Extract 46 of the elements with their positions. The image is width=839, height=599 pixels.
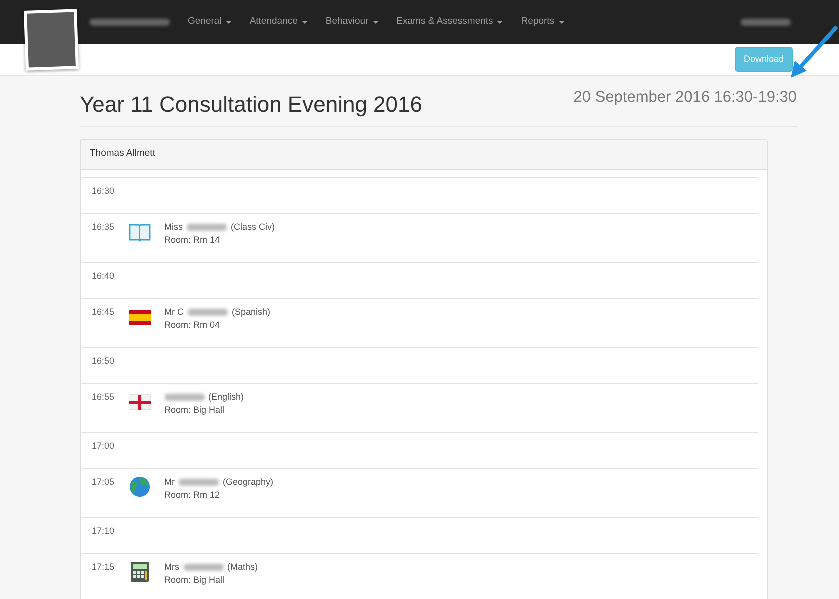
- slot-time: 17:10: [92, 524, 115, 538]
- nav-menu[interactable]: Reports: [521, 14, 555, 30]
- teacher-title: Mr C: [164, 306, 184, 319]
- subject-name: (Geography): [223, 476, 274, 489]
- slot-time: 17:05: [92, 476, 115, 489]
- slot-time: 16:50: [92, 354, 115, 368]
- caret-icon: [372, 20, 379, 24]
- caret-icon: [302, 20, 308, 24]
- slot-time: 16:55: [92, 390, 115, 404]
- redacted-user-name[interactable]: [741, 18, 791, 26]
- slot-time: 17:15: [92, 560, 115, 574]
- redacted-name: [184, 564, 224, 571]
- redacted-name: [187, 224, 228, 231]
- subject-name: (Spanish): [232, 306, 271, 319]
- caret-icon: [226, 20, 232, 24]
- student-name: Thomas Allmett: [81, 140, 767, 170]
- teacher-title: Mrs: [164, 560, 180, 574]
- subject-name: (Class Civ): [231, 220, 276, 234]
- calculator-icon: [128, 560, 151, 583]
- redacted-name: [179, 478, 220, 486]
- teacher-title: Miss: [164, 220, 184, 234]
- subject-name: (Maths): [228, 560, 258, 574]
- slot-time: 16:35: [92, 220, 115, 234]
- nav-menu[interactable]: General: [188, 14, 222, 30]
- caret-icon: [497, 20, 504, 24]
- room-label: Room: Rm 14: [164, 234, 222, 247]
- room-label: Room: Rm 12: [164, 488, 222, 502]
- subject-name: (English): [208, 390, 244, 404]
- room-label: Room: Rm 04: [164, 318, 222, 332]
- nav-menu[interactable]: Behaviour: [326, 14, 369, 30]
- nav-menu[interactable]: Exams & Assessments: [396, 14, 494, 30]
- redacted-name: [164, 394, 205, 401]
- nav-menu[interactable]: Attendance: [250, 14, 298, 30]
- annotation-arrow: [791, 26, 838, 78]
- room-label: Room: Big Hall: [164, 404, 226, 417]
- slot-time: 16:30: [92, 184, 115, 198]
- room-label: Room: Big Hall: [164, 574, 226, 587]
- event-date: 20 September 2016 16:30-19:30: [574, 88, 797, 108]
- caret-icon: [558, 20, 565, 24]
- page-title: Year 11 Consultation Evening 2016: [80, 92, 422, 118]
- globe-icon: [128, 476, 151, 498]
- slot-time: 16:45: [92, 306, 115, 319]
- teacher-title: Mr: [164, 476, 176, 489]
- slot-time: 16:40: [92, 270, 115, 283]
- slot-time: 17:00: [92, 440, 115, 453]
- redacted-name: [188, 308, 228, 316]
